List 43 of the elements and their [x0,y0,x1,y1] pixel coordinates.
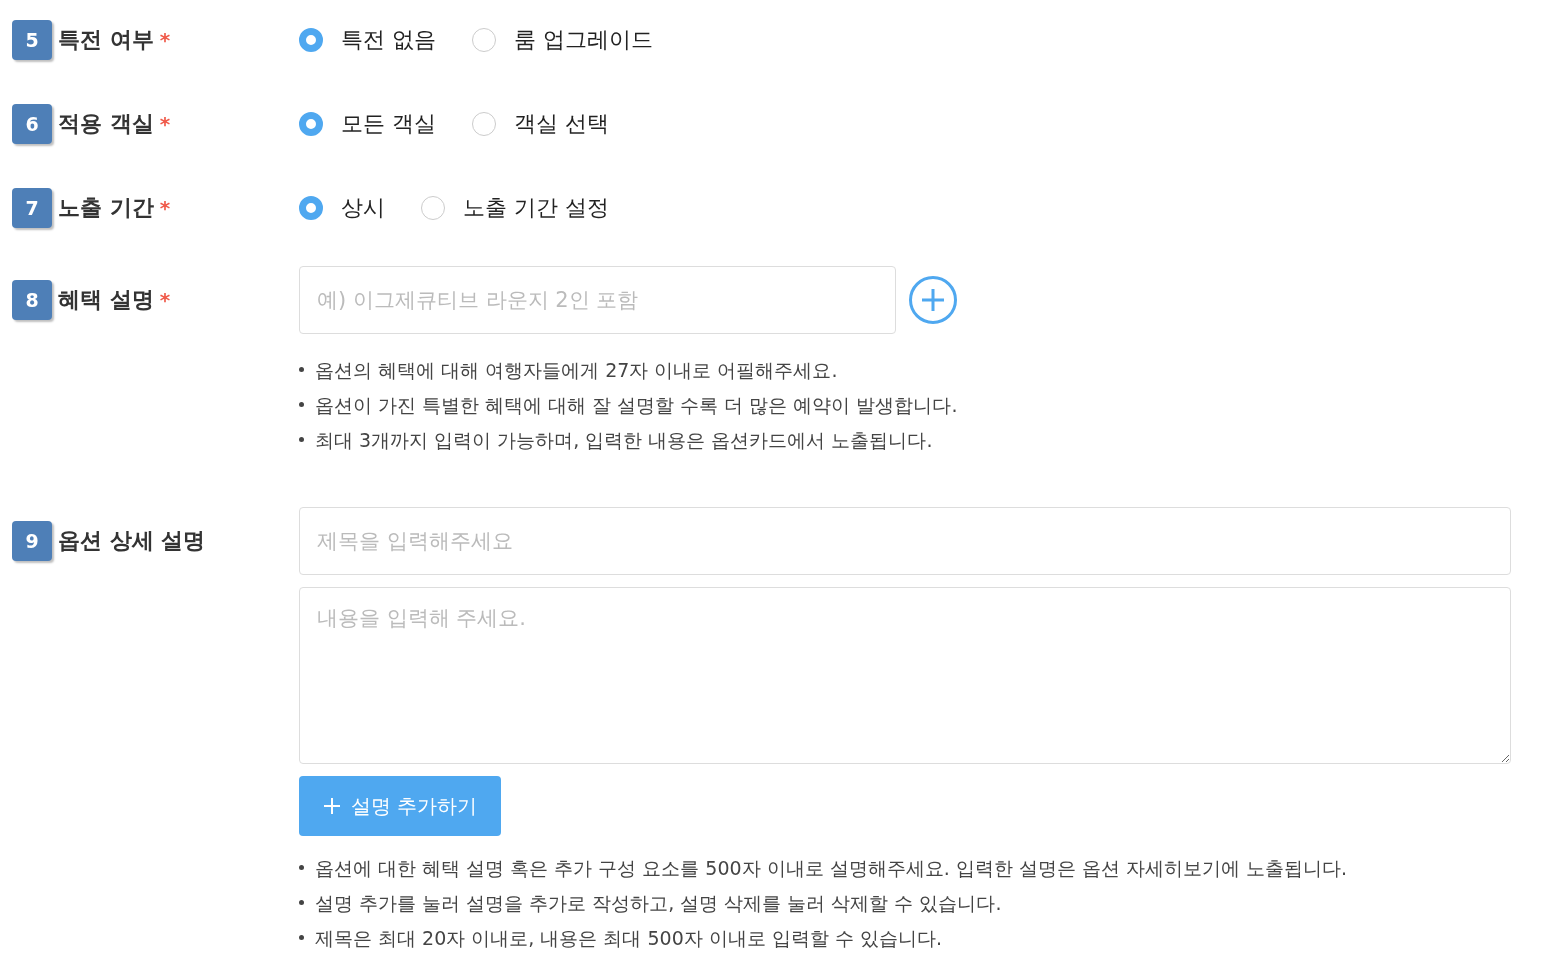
required-mark: * [159,112,171,136]
field-label: 혜택 설명 [58,286,154,314]
radio-option[interactable]: 특전 없음 [299,25,436,55]
required-mark: * [159,196,171,220]
help-text: 옵션이 가진 특별한 혜택에 대해 잘 설명할 수록 더 많은 예약이 발생합니다. [315,392,958,417]
bullet-icon [299,437,304,442]
radio-button[interactable] [299,112,323,136]
add-icon[interactable] [908,275,958,325]
required-mark: * [159,28,171,52]
content-textarea[interactable]: 내용을 입력해 주세요. [299,587,1511,764]
bullet-icon [299,900,304,905]
step-number: 5 [12,20,52,60]
field-label: 옵션 상세 설명 [58,527,206,555]
radio-option[interactable]: 상시 [299,193,385,223]
radio-option[interactable]: 객실 선택 [472,109,609,139]
help-text: 제목은 최대 20자 이내로, 내용은 최대 500자 이내로 입력할 수 있습니다. [315,925,942,950]
help-text: 옵션에 대한 혜택 설명 혹은 추가 구성 요소를 500자 이내로 설명해주세요. 입력한 설명은 옵션 자세히보기에 노출됩니다. [315,855,1347,880]
step-number: 9 [12,521,52,561]
field-label: 특전 여부 [58,26,154,54]
help-text: 최대 3개까지 입력이 가능하며, 입력한 내용은 옵션카드에서 노출됩니다. [315,427,933,452]
step-number: 8 [12,280,52,320]
step-number: 7 [12,188,52,228]
radio-button[interactable] [299,196,323,220]
radio-button[interactable] [421,196,445,220]
field-label: 적용 객실 [58,110,154,138]
bullet-icon [299,367,304,372]
title-input[interactable]: 제목을 입력해주세요 [299,507,1511,575]
radio-button[interactable] [472,28,496,52]
radio-option[interactable]: 노출 기간 설정 [421,193,609,223]
help-text: 설명 추가를 눌러 설명을 추가로 작성하고, 설명 삭제를 눌러 삭제할 수 있습니다. [315,890,1002,915]
step-number: 6 [12,104,52,144]
radio-button[interactable] [299,28,323,52]
radio-option[interactable]: 룸 업그레이드 [472,25,653,55]
bullet-icon [299,935,304,940]
field-label: 노출 기간 [58,194,154,222]
plus-icon [323,797,341,815]
bullet-icon [299,865,304,870]
benefit-input[interactable]: 예) 이그제큐티브 라운지 2인 포함 [299,266,896,334]
bullet-icon [299,402,304,407]
radio-option[interactable]: 모든 객실 [299,109,436,139]
radio-button[interactable] [472,112,496,136]
required-mark: * [159,288,171,312]
help-text: 옵션의 혜택에 대해 여행자들에게 27자 이내로 어필해주세요. [315,357,838,382]
